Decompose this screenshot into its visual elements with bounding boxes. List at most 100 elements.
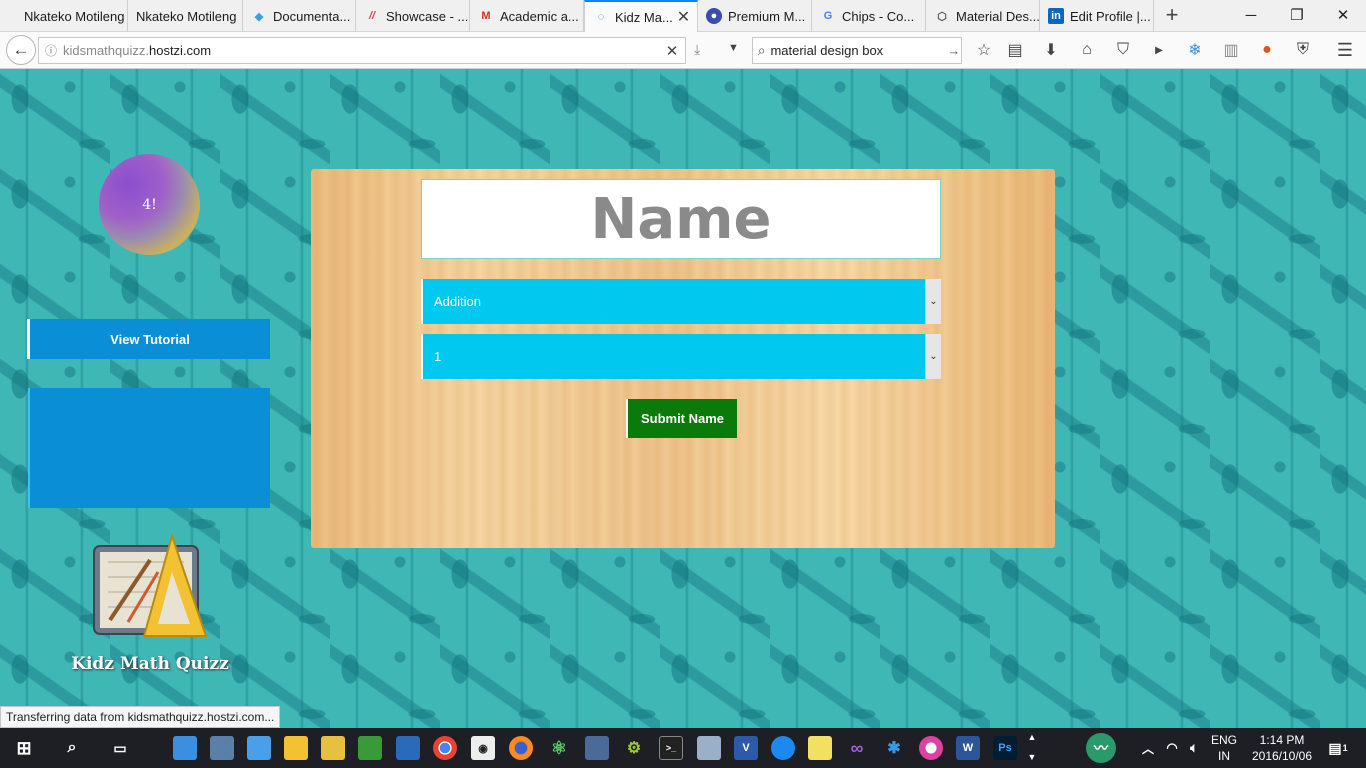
language-indicator[interactable]: ENG IN: [1206, 732, 1242, 764]
tab-label: Nkateko Motileng: [24, 8, 125, 24]
language-top: ENG: [1210, 733, 1237, 747]
view-tutorial-button[interactable]: View Tutorial: [27, 319, 270, 359]
tab-nkateko-2[interactable]: Nkateko Motileng: [128, 0, 243, 32]
clock[interactable]: 1:14 PM 2016/10/06: [1246, 732, 1318, 764]
image-app-icon[interactable]: [697, 736, 721, 760]
atom-icon[interactable]: ⚛: [547, 736, 571, 760]
task-view-icon[interactable]: ▭: [108, 736, 132, 760]
bookmark-star-icon[interactable]: ☆: [972, 38, 996, 62]
app-logo-icon: [93, 532, 208, 637]
tab-chips[interactable]: G Chips - Co...: [812, 0, 926, 32]
address-bar[interactable]: ⓘ kidsmathquizz.hostzi.com ✕: [38, 37, 686, 64]
tab-academic[interactable]: M Academic a...: [470, 0, 584, 32]
download-icon[interactable]: ⤓: [694, 41, 700, 58]
scroll-up-icon[interactable]: ▲: [1026, 730, 1038, 744]
windows-start-icon[interactable]: ⊞: [12, 736, 36, 760]
downloads-icon[interactable]: ⬇: [1039, 38, 1063, 62]
visual-studio-icon[interactable]: ∞: [845, 736, 869, 760]
notification-count: 1: [1342, 743, 1348, 753]
activity-monitor-icon[interactable]: 〰: [1086, 733, 1116, 763]
chevron-down-icon[interactable]: ⌄: [925, 279, 941, 324]
reading-list-icon[interactable]: ▤: [1003, 38, 1027, 62]
colorful-extension-icon[interactable]: ●: [1255, 38, 1279, 62]
camera-icon[interactable]: ◉: [471, 736, 495, 760]
menu-icon[interactable]: ☰: [1333, 38, 1357, 62]
submit-name-label: Submit Name: [640, 411, 725, 426]
tab-kidz-math[interactable]: ◌ Kidz Ma... ✕: [584, 0, 698, 32]
snowflake-icon[interactable]: ❄: [1183, 38, 1207, 62]
folder-icon[interactable]: [321, 736, 345, 760]
view-tutorial-label: View Tutorial: [110, 331, 190, 347]
search-input[interactable]: [770, 43, 947, 58]
computer-app-icon[interactable]: [210, 736, 234, 760]
cube-app-icon[interactable]: [173, 736, 197, 760]
stop-icon[interactable]: ✕: [659, 42, 685, 60]
search-bar[interactable]: ⌕ →: [752, 37, 962, 64]
back-button[interactable]: ←: [6, 35, 36, 65]
notifications-icon[interactable]: ▤ 1: [1326, 736, 1350, 760]
show-hidden-icons-icon[interactable]: ︿: [1136, 736, 1160, 760]
page-viewport: 4! View Tutorial Kidz Math Quizz Additio…: [0, 69, 1366, 728]
tab-material[interactable]: ⬡ Material Des...: [926, 0, 1040, 32]
terminal-icon[interactable]: >_: [659, 736, 683, 760]
level-select[interactable]: 1 ⌄: [421, 334, 941, 379]
chevron-down-icon[interactable]: ⌄: [925, 334, 941, 379]
navigation-toolbar: ← ⓘ kidsmathquizz.hostzi.com ✕ ⤓ ▼ ⌕ → ☆…: [0, 32, 1366, 69]
close-tab-icon[interactable]: ✕: [673, 7, 690, 27]
premium-icon: ●: [706, 8, 722, 24]
minimize-icon[interactable]: ─: [1228, 0, 1274, 30]
tab-label: Documenta...: [273, 8, 351, 24]
volume-icon[interactable]: 🔈︎: [1182, 736, 1206, 760]
wifi-icon[interactable]: ◠: [1160, 736, 1184, 760]
dropdown-icon[interactable]: ▼: [728, 42, 739, 54]
chrome-icon[interactable]: [433, 736, 457, 760]
file-explorer-icon[interactable]: [284, 736, 308, 760]
new-tab-button[interactable]: +: [1160, 4, 1184, 28]
sticky-notes-icon[interactable]: [808, 736, 832, 760]
tab-premium[interactable]: ● Premium M...: [698, 0, 812, 32]
window-controls: ─ ❐ ✕: [1228, 0, 1366, 32]
url-text[interactable]: kidsmathquizz.hostzi.com: [63, 43, 659, 58]
extension-icon[interactable]: ▥: [1219, 38, 1243, 62]
spreadsheet-app-icon[interactable]: [358, 736, 382, 760]
submit-name-button[interactable]: Submit Name: [626, 399, 737, 438]
android-icon[interactable]: ⚙: [622, 736, 646, 760]
network-app-icon[interactable]: [585, 736, 609, 760]
shield-extension-icon[interactable]: ⛨: [1291, 38, 1315, 62]
avatar-text: 4!: [142, 196, 157, 213]
name-input[interactable]: [421, 179, 941, 259]
tab-label: Material Des...: [956, 8, 1040, 24]
scroll-down-icon[interactable]: ▼: [1026, 750, 1038, 764]
home-icon[interactable]: ⌂: [1075, 38, 1099, 62]
tab-label: Academic a...: [500, 8, 579, 24]
avatar: 4!: [99, 154, 200, 255]
operation-select[interactable]: Addition ⌄: [421, 279, 941, 324]
showcase-icon: //: [368, 10, 376, 22]
search-go-icon[interactable]: →: [946, 43, 961, 58]
messenger-icon[interactable]: [771, 736, 795, 760]
tab-label: Showcase - ...: [386, 8, 469, 24]
itunes-icon[interactable]: [919, 736, 943, 760]
tab-nkateko-1[interactable]: Nkateko Motileng: [16, 0, 128, 32]
box-app-icon[interactable]: [247, 736, 271, 760]
language-bottom: IN: [1218, 749, 1230, 763]
tab-linkedin[interactable]: in Edit Profile |...: [1040, 0, 1154, 32]
maximize-icon[interactable]: ❐: [1274, 0, 1320, 30]
tab-label: Kidz Ma...: [615, 9, 673, 25]
firefox-icon[interactable]: [509, 736, 533, 760]
photoshop-icon[interactable]: Ps: [993, 736, 1017, 760]
puzzle-app-icon[interactable]: ✱: [882, 736, 906, 760]
side-panel: [28, 388, 270, 508]
word-icon[interactable]: W: [956, 736, 980, 760]
info-icon[interactable]: ⓘ: [39, 42, 63, 59]
search-icon[interactable]: ⌕: [60, 736, 84, 760]
tab-documentation[interactable]: ◆ Documenta...: [243, 0, 356, 32]
documentation-icon: ◆: [254, 10, 264, 23]
close-window-icon[interactable]: ✕: [1320, 0, 1366, 30]
operation-select-value: Addition: [434, 294, 481, 309]
tab-showcase[interactable]: // Showcase - ...: [356, 0, 470, 32]
youtube-icon[interactable]: ▶: [1147, 38, 1171, 62]
pocket-icon[interactable]: ⛉: [1111, 38, 1135, 62]
outlook-icon[interactable]: [396, 736, 420, 760]
visio-icon[interactable]: V: [734, 736, 758, 760]
